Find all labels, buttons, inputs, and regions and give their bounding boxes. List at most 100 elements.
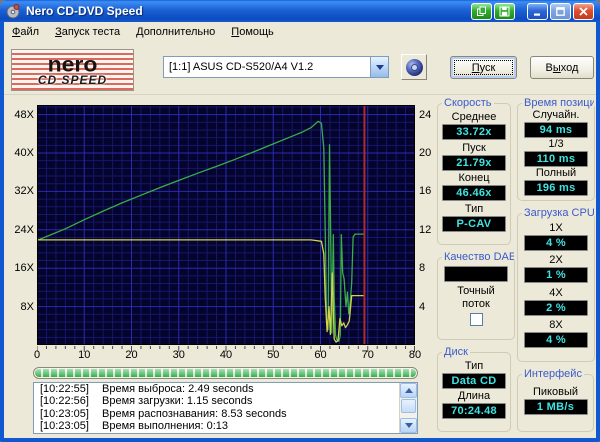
- panel-cpu-usage: Загрузка CPU 1X 4 % 2X 1 % 4X 2 % 8X 4 %: [517, 207, 595, 362]
- save-button[interactable]: [494, 3, 515, 20]
- close-button[interactable]: [573, 3, 594, 20]
- cd-disc-icon: [405, 58, 423, 76]
- app-window: Nero CD-DVD Speed Файл Запуск теста Допо…: [0, 0, 600, 442]
- stat-value-cpu-4x: 2 %: [524, 299, 588, 316]
- logo-text-nero: nero: [47, 51, 98, 76]
- copy-icon: [476, 6, 487, 17]
- stat-value-third-seek: 110 ms: [524, 151, 588, 167]
- toolbar: nero CD SPEED [1:1] ASUS CD-S520/A4 V1.2…: [4, 42, 596, 95]
- stat-label: 1/3: [548, 138, 564, 150]
- stat-label: Пуск: [462, 141, 486, 154]
- drive-select-combo[interactable]: [1:1] ASUS CD-S520/A4 V1.2: [163, 56, 389, 78]
- stat-value-disc-length: 70:24.48: [442, 403, 506, 420]
- menu-file[interactable]: Файл: [4, 24, 47, 40]
- stat-label: Тип: [464, 203, 484, 216]
- titlebar[interactable]: Nero CD-DVD Speed: [0, 0, 600, 22]
- accurate-stream-checkbox[interactable]: [469, 313, 483, 327]
- panel-dae-title: Качество DAE: [444, 251, 514, 263]
- floppy-icon: [499, 6, 510, 17]
- panel-interface-title: Интерфейс: [524, 368, 582, 380]
- accurate-stream-label: Точный поток: [457, 284, 495, 310]
- maximize-icon: [555, 6, 566, 17]
- eject-disc-button[interactable]: [401, 54, 427, 80]
- combo-dropdown-button[interactable]: [370, 57, 388, 77]
- stat-value-average-speed: 33.72x: [442, 123, 506, 140]
- stat-value-end-speed: 46.46x: [442, 185, 506, 202]
- start-button[interactable]: Пуск: [450, 56, 517, 79]
- x-axis-tick: 0: [33, 349, 41, 361]
- copy-button[interactable]: [471, 3, 492, 20]
- stat-label: Тип: [464, 359, 484, 372]
- stat-label: 2X: [549, 254, 563, 267]
- panel-seek-times: Время позиционир. Случайн.94 ms 1/3110 m…: [517, 97, 595, 201]
- stat-label: Конец: [458, 172, 490, 185]
- y-axis-tick-left: 48X: [14, 108, 34, 121]
- stat-value-disc-type: Data CD: [442, 372, 506, 389]
- menu-run-test[interactable]: Запуск теста: [47, 24, 128, 40]
- y-axis-tick-left: 32X: [14, 185, 34, 198]
- scroll-down-button[interactable]: [400, 418, 417, 433]
- log-entry: [10:22:56] Время загрузки: 1.15 seconds: [40, 395, 253, 408]
- stat-label: Длина: [457, 390, 491, 403]
- panel-disc: Диск Тип Data CD Длина 70:24.48: [437, 346, 511, 432]
- panel-speed: Скорость Среднее 33.72x Пуск 21.79x Конец 4…: [437, 97, 511, 245]
- panel-cpu-title: Загрузка CPU: [524, 207, 594, 219]
- y-axis-tick-left: 40X: [14, 147, 34, 159]
- x-axis-tick: 10: [78, 349, 91, 361]
- stat-label: Пиковый: [533, 386, 578, 398]
- exit-button[interactable]: Выход: [530, 56, 594, 79]
- nero-logo: nero CD SPEED: [11, 49, 134, 91]
- app-icon: [5, 3, 21, 19]
- close-icon: [578, 6, 589, 17]
- y-axis-tick-left: 16X: [14, 262, 34, 275]
- stat-label: Среднее: [451, 110, 497, 123]
- stat-label: 4X: [549, 286, 563, 299]
- menu-extra[interactable]: Дополнительно: [128, 24, 223, 40]
- scroll-thumb[interactable]: [401, 399, 416, 413]
- progress-bar-fill: [35, 369, 416, 377]
- chevron-down-icon: [375, 64, 384, 74]
- x-axis-tick: 80: [408, 349, 422, 361]
- panel-disc-title: Диск: [444, 346, 468, 358]
- panel-speed-title: Скорость: [444, 97, 492, 109]
- speed-chart: [37, 105, 415, 352]
- log-listbox[interactable]: [10:22:55] Время выброса: 2.49 seconds [1…: [33, 382, 418, 434]
- stat-label: Случайн.: [532, 109, 580, 121]
- x-axis-tick: 20: [125, 349, 138, 361]
- maximize-button[interactable]: [550, 3, 571, 20]
- stat-value-cpu-8x: 4 %: [524, 331, 588, 348]
- drive-select-value: [1:1] ASUS CD-S520/A4 V1.2: [169, 61, 314, 73]
- stat-value-speed-type: P-CAV: [442, 216, 506, 233]
- stat-value-start-speed: 21.79x: [442, 154, 506, 171]
- minimize-icon: [532, 6, 543, 17]
- log-scrollbar[interactable]: [399, 383, 417, 433]
- stat-value-cpu-1x: 4 %: [524, 235, 588, 252]
- y-axis-tick-left: 24X: [14, 223, 34, 236]
- stat-value-dae-quality: [444, 265, 508, 282]
- scroll-up-button[interactable]: [400, 383, 417, 398]
- panel-seek-title: Время позиционир.: [524, 97, 594, 109]
- panel-dae-quality: Качество DAE Точный поток: [437, 251, 515, 340]
- progress-bar: [33, 367, 418, 379]
- stat-label: Полный: [535, 167, 577, 179]
- stat-value-cpu-2x: 1 %: [524, 267, 588, 284]
- stat-value-peak-transfer: 1 MB/s: [523, 399, 588, 415]
- x-axis-tick: 30: [172, 349, 185, 361]
- window-title: Nero CD-DVD Speed: [26, 4, 143, 18]
- stat-value-random-seek: 94 ms: [524, 122, 588, 138]
- y-axis-tick-left: 8X: [20, 300, 34, 313]
- arrow-up-icon: [404, 384, 413, 393]
- stat-label: 8X: [549, 318, 563, 331]
- panel-interface: Интерфейс Пиковый 1 MB/s: [517, 368, 594, 432]
- log-entry: [10:23:05] Время распознавания: 8.53 seco…: [40, 407, 287, 420]
- log-entry: [10:23:05] Время выполнения: 0:13: [40, 420, 229, 433]
- arrow-down-icon: [404, 423, 413, 432]
- x-axis-tick: 50: [267, 349, 280, 361]
- x-axis-tick: 60: [314, 349, 327, 361]
- minimize-button[interactable]: [527, 3, 548, 20]
- stat-label: 1X: [549, 222, 563, 235]
- stat-value-full-seek: 196 ms: [524, 180, 588, 196]
- menu-help[interactable]: Помощь: [223, 24, 282, 40]
- log-entry: [10:22:55] Время выброса: 2.49 seconds: [40, 383, 254, 395]
- chart-canvas: [37, 105, 415, 352]
